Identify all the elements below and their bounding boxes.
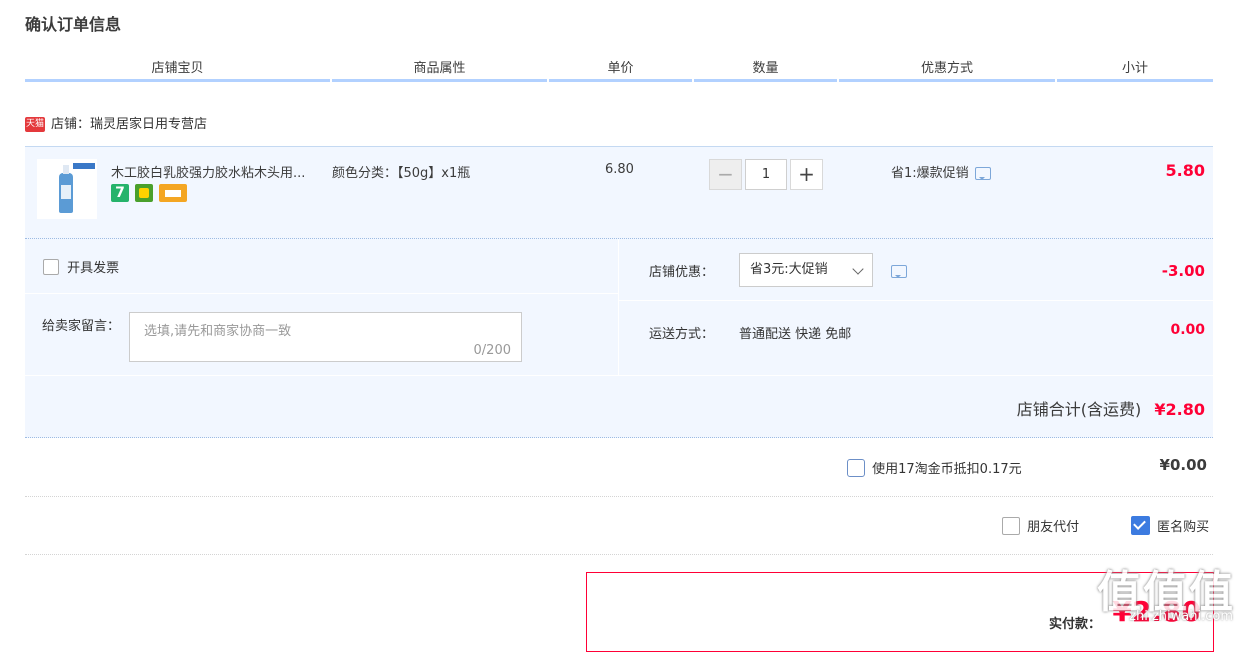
invoice-label: 开具发票 [67,261,120,276]
payment-label: 实付款： [1049,617,1102,632]
item-subtotal: 5.80 [1165,161,1205,180]
coins-option[interactable]: 使用17淘金币抵扣0.17元 [847,458,1022,477]
divider [25,554,1213,556]
chevron-down-icon [852,263,864,275]
seller-message-placeholder: 选填,请先和商家协商一致 [144,324,292,339]
panel-divider [25,293,618,294]
card-icon [159,184,188,202]
anonymous-checkbox[interactable] [1131,516,1150,535]
seven-day-return-icon: 7 [111,184,129,202]
anonymous-label: 匿名购买 [1157,520,1210,535]
panel-divider [619,300,1213,301]
shipping-method: 普通配送 快递 免邮 [739,327,852,342]
coins-label: 使用17淘金币抵扣0.17元 [872,462,1022,477]
page-title: 确认订单信息 [25,15,122,34]
product-attributes: 颜色分类：【50g】x1瓶 [332,166,471,181]
shop-total-value: ¥2.80 [1154,400,1205,419]
coins-checkbox[interactable] [847,458,865,477]
product-label-icon [73,163,95,169]
column-shop-item: 店铺宝贝 [25,58,330,82]
shop-total-label: 店铺合计(含运费) [1016,400,1142,419]
friend-pay-checkbox[interactable] [1002,516,1020,535]
shipping-label: 运送方式： [649,327,715,342]
shop-discount-label: 店铺优惠： [649,265,715,280]
quantity-input[interactable]: 1 [745,159,787,190]
shipping-amount: 0.00 [1170,322,1205,338]
shop-discount-selected: 省3元:大促销 [750,262,828,277]
friend-pay-label: 朋友代付 [1027,520,1080,535]
friend-pay-option[interactable]: 朋友代付 [1002,516,1079,535]
quantity-increase-button[interactable]: + [790,159,823,190]
tmall-icon: 天猫 [25,117,45,132]
shop-discount-select[interactable]: 省3元:大促销 [739,253,873,287]
order-options-panel: 开具发票 给卖家留言： 选填,请先和商家协商一致 0/200 店铺优惠： 省3元… [25,239,1213,375]
shop-total-row: 店铺合计(含运费) ¥2.80 [25,376,1213,438]
seller-message-input[interactable]: 选填,请先和商家协商一致 0/200 [129,312,522,362]
product-thumbnail[interactable] [37,159,97,219]
comment-icon[interactable] [974,167,991,180]
shop-total: 店铺合计(含运费) ¥2.80 [1017,396,1205,420]
site-watermark-url: zhi.zhiwahi.com [1129,609,1233,624]
anonymous-option[interactable]: 匿名购买 [1131,516,1209,535]
char-counter: 0/200 [473,343,511,358]
column-discount: 优惠方式 [839,58,1055,82]
quantity-decrease-button[interactable]: − [709,159,742,190]
product-name-link[interactable]: 木工胶白乳胶强力胶水粘木头用... [111,162,305,181]
invoice-option[interactable]: 开具发票 [43,257,119,276]
invoice-checkbox[interactable] [43,258,59,275]
sync-icon [135,184,154,202]
item-promotion: 省1:爆款促销 [891,162,991,181]
service-icons: 7 [111,184,189,202]
coins-value: ¥0.00 [1159,456,1207,474]
shop-line: 天猫 店铺：瑞灵居家日用专营店 [25,116,207,134]
column-headers: 店铺宝贝 商品属性 单价 数量 优惠方式 小计 [25,58,1213,82]
column-unit-price: 单价 [549,58,692,82]
comment-icon[interactable] [891,265,907,278]
message-label: 给卖家留言： [42,319,121,334]
column-subtotal: 小计 [1057,58,1213,82]
order-item-row: 木工胶白乳胶强力胶水粘木头用... 7 颜色分类：【50g】x1瓶 6.80 −… [25,146,1213,239]
column-quantity: 数量 [694,58,837,82]
shop-discount-amount: -3.00 [1161,262,1205,280]
unit-price: 6.80 [605,162,634,177]
panel-divider [618,239,619,375]
column-attr: 商品属性 [332,58,547,82]
glue-bottle-icon [59,165,73,213]
shop-name-link[interactable]: 店铺：瑞灵居家日用专营店 [51,117,207,132]
divider [25,496,1213,498]
item-promotion-label: 省1:爆款促销 [891,166,969,181]
